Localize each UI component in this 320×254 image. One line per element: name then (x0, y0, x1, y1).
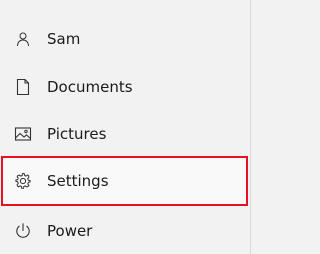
documents-item[interactable]: Documents (0, 63, 250, 111)
user-account-item[interactable]: Sam (0, 15, 250, 63)
settings-item[interactable]: Settings (1, 156, 248, 206)
picture-icon (11, 122, 35, 146)
power-icon (11, 219, 35, 243)
gear-icon (11, 169, 35, 193)
pictures-item[interactable]: Pictures (0, 110, 250, 158)
settings-label: Settings (47, 172, 109, 190)
user-name-label: Sam (47, 30, 81, 48)
pictures-label: Pictures (47, 125, 107, 143)
power-label: Power (47, 222, 93, 240)
divider (250, 0, 251, 254)
person-icon (11, 27, 35, 51)
power-item[interactable]: Power (0, 207, 250, 254)
documents-label: Documents (47, 78, 133, 96)
document-icon (11, 75, 35, 99)
start-menu-sidebar: Sam Documents Pictures Settings Power (0, 0, 257, 254)
